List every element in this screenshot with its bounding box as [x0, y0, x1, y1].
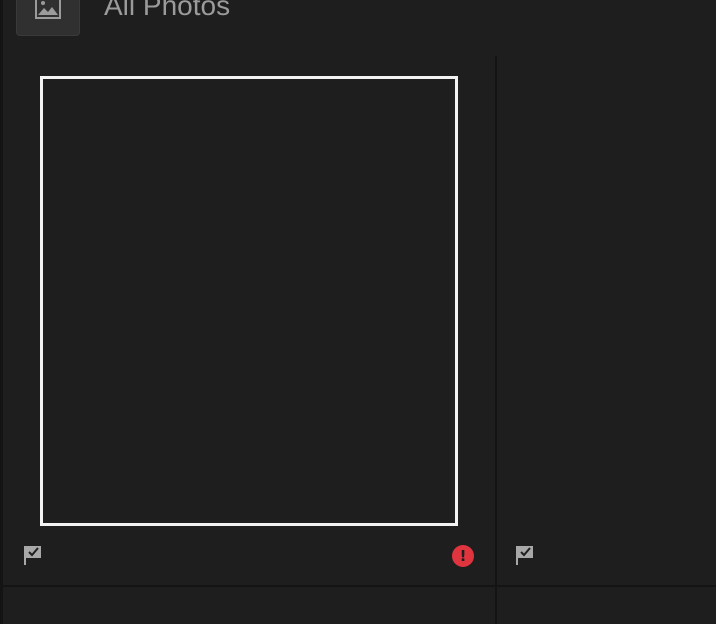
photo-library-window: All Photos ! [0, 0, 716, 624]
row-divider [3, 585, 716, 587]
photo-icon [35, 0, 61, 19]
flag-check-icon[interactable] [23, 544, 43, 566]
photo-grid: ! [3, 56, 716, 624]
collection-icon-button[interactable] [16, 0, 80, 36]
grid-cell[interactable] [497, 587, 716, 624]
error-icon[interactable]: ! [452, 545, 474, 567]
grid-cell[interactable] [3, 587, 495, 624]
column-divider [495, 56, 497, 624]
grid-cell[interactable]: ! [3, 56, 495, 585]
header: All Photos [0, 0, 716, 56]
page-title: All Photos [104, 0, 231, 21]
grid-cell[interactable] [497, 56, 716, 585]
flag-check-icon[interactable] [515, 544, 535, 566]
photo-thumbnail-selected[interactable] [40, 76, 458, 526]
